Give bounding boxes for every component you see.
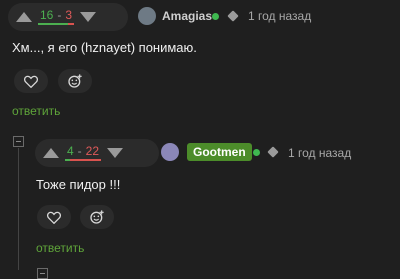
heart-icon bbox=[47, 211, 61, 224]
score-minus: 22 bbox=[85, 144, 100, 158]
add-reaction-button[interactable] bbox=[80, 205, 114, 229]
score-plus: 16 bbox=[39, 8, 54, 22]
reply-link[interactable]: ответить bbox=[36, 241, 84, 255]
upvote-arrow-icon[interactable] bbox=[16, 12, 32, 22]
score-separator: - bbox=[77, 144, 82, 158]
avatar[interactable] bbox=[161, 143, 179, 161]
score-minus: 3 bbox=[65, 8, 73, 22]
tag-icon bbox=[227, 10, 239, 22]
downvote-arrow-icon[interactable] bbox=[107, 148, 123, 158]
score: 16 - 3 bbox=[38, 9, 74, 25]
like-button[interactable] bbox=[14, 69, 48, 93]
timestamp: 1 год назад bbox=[288, 146, 352, 160]
score-plus: 4 bbox=[66, 144, 74, 158]
score-separator: - bbox=[57, 8, 62, 22]
reply-link[interactable]: ответить bbox=[12, 104, 60, 118]
avatar[interactable] bbox=[138, 7, 156, 25]
score-bar bbox=[38, 23, 74, 25]
emoji-add-icon bbox=[90, 210, 104, 224]
add-reaction-button[interactable] bbox=[58, 69, 92, 93]
like-button[interactable] bbox=[37, 205, 71, 229]
online-status-dot bbox=[253, 149, 260, 156]
vote-widget-comment1: 16 - 3 bbox=[8, 3, 128, 31]
minus-box-icon bbox=[40, 273, 45, 274]
downvote-arrow-icon[interactable] bbox=[80, 12, 96, 22]
score: 4 - 22 bbox=[65, 145, 101, 161]
collapse-thread-button[interactable] bbox=[13, 136, 24, 147]
thread-line bbox=[18, 148, 19, 270]
emoji-add-icon bbox=[68, 74, 82, 88]
comment-text: Хм..., я его (hznayet) понимаю. bbox=[12, 40, 197, 55]
upvote-arrow-icon[interactable] bbox=[43, 148, 59, 158]
online-status-dot bbox=[212, 13, 219, 20]
comment-text: Тоже пидор !!! bbox=[36, 177, 121, 192]
score-bar bbox=[65, 159, 101, 161]
vote-widget-comment2: 4 - 22 bbox=[35, 139, 159, 167]
username-badge[interactable]: Gootmen bbox=[187, 143, 252, 161]
minus-box-icon bbox=[16, 141, 21, 142]
heart-icon bbox=[24, 75, 38, 88]
timestamp: 1 год назад bbox=[248, 9, 312, 23]
tag-icon bbox=[267, 146, 279, 158]
collapse-thread-button-2[interactable] bbox=[37, 268, 48, 279]
username[interactable]: Amagias bbox=[162, 9, 212, 23]
